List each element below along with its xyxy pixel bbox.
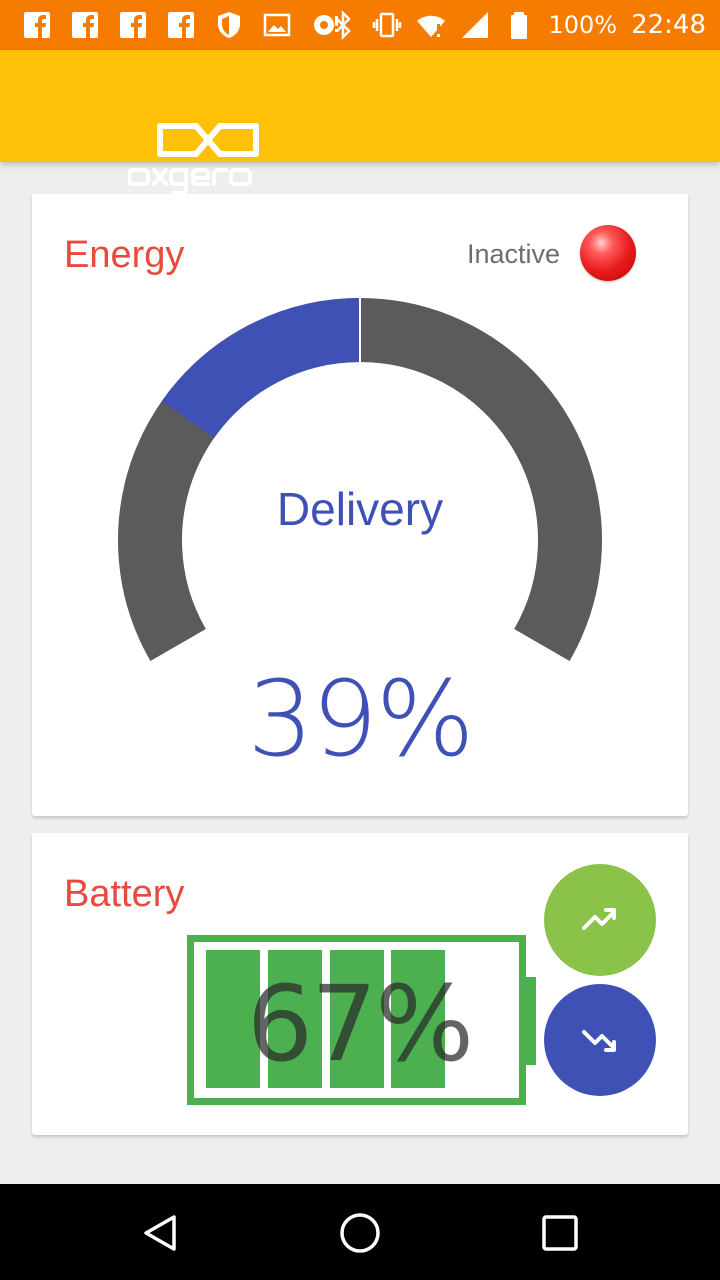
energy-card: Energy Inactive Delivery 39% bbox=[32, 194, 688, 816]
oxgero-logo bbox=[128, 123, 259, 195]
image-icon bbox=[263, 13, 291, 37]
battery-value: 67% bbox=[246, 963, 474, 1085]
trend-down-button[interactable] bbox=[544, 984, 656, 1096]
navigation-bar bbox=[0, 1184, 720, 1280]
notification-icons bbox=[22, 10, 340, 40]
battery-indicator: 67% bbox=[187, 935, 547, 1107]
battery-icon bbox=[511, 12, 528, 39]
trending-down-icon bbox=[582, 1030, 616, 1052]
gauge-value: 39% bbox=[247, 658, 474, 780]
bluetooth-icon bbox=[336, 10, 352, 40]
wifi-icon bbox=[417, 15, 446, 37]
recent-apps-icon bbox=[542, 1215, 578, 1251]
back-icon bbox=[144, 1215, 176, 1251]
battery-percent: 100% bbox=[548, 11, 618, 39]
recent-apps-button[interactable] bbox=[535, 1208, 585, 1258]
facebook-icon bbox=[24, 12, 50, 38]
system-icons: 100% 22:48 bbox=[328, 8, 706, 42]
battery-title: Battery bbox=[64, 873, 185, 915]
vibrate-icon bbox=[373, 12, 402, 38]
trend-up-button[interactable] bbox=[544, 864, 656, 976]
shield-icon bbox=[218, 12, 240, 38]
clock: 22:48 bbox=[631, 10, 706, 40]
facebook-icon bbox=[72, 12, 98, 38]
app-bar bbox=[0, 50, 720, 195]
facebook-icon bbox=[120, 12, 146, 38]
gauge-label: Delivery bbox=[276, 483, 444, 535]
facebook-icon bbox=[168, 12, 194, 38]
trending-up-icon bbox=[582, 908, 616, 930]
back-button[interactable] bbox=[135, 1208, 185, 1258]
status-bar: 100% 22:48 bbox=[0, 0, 720, 50]
gauge-fill bbox=[161, 298, 361, 439]
battery-card: Battery 67% bbox=[32, 833, 688, 1135]
home-button[interactable] bbox=[335, 1208, 385, 1258]
home-icon bbox=[340, 1213, 380, 1253]
signal-icon bbox=[462, 12, 489, 38]
